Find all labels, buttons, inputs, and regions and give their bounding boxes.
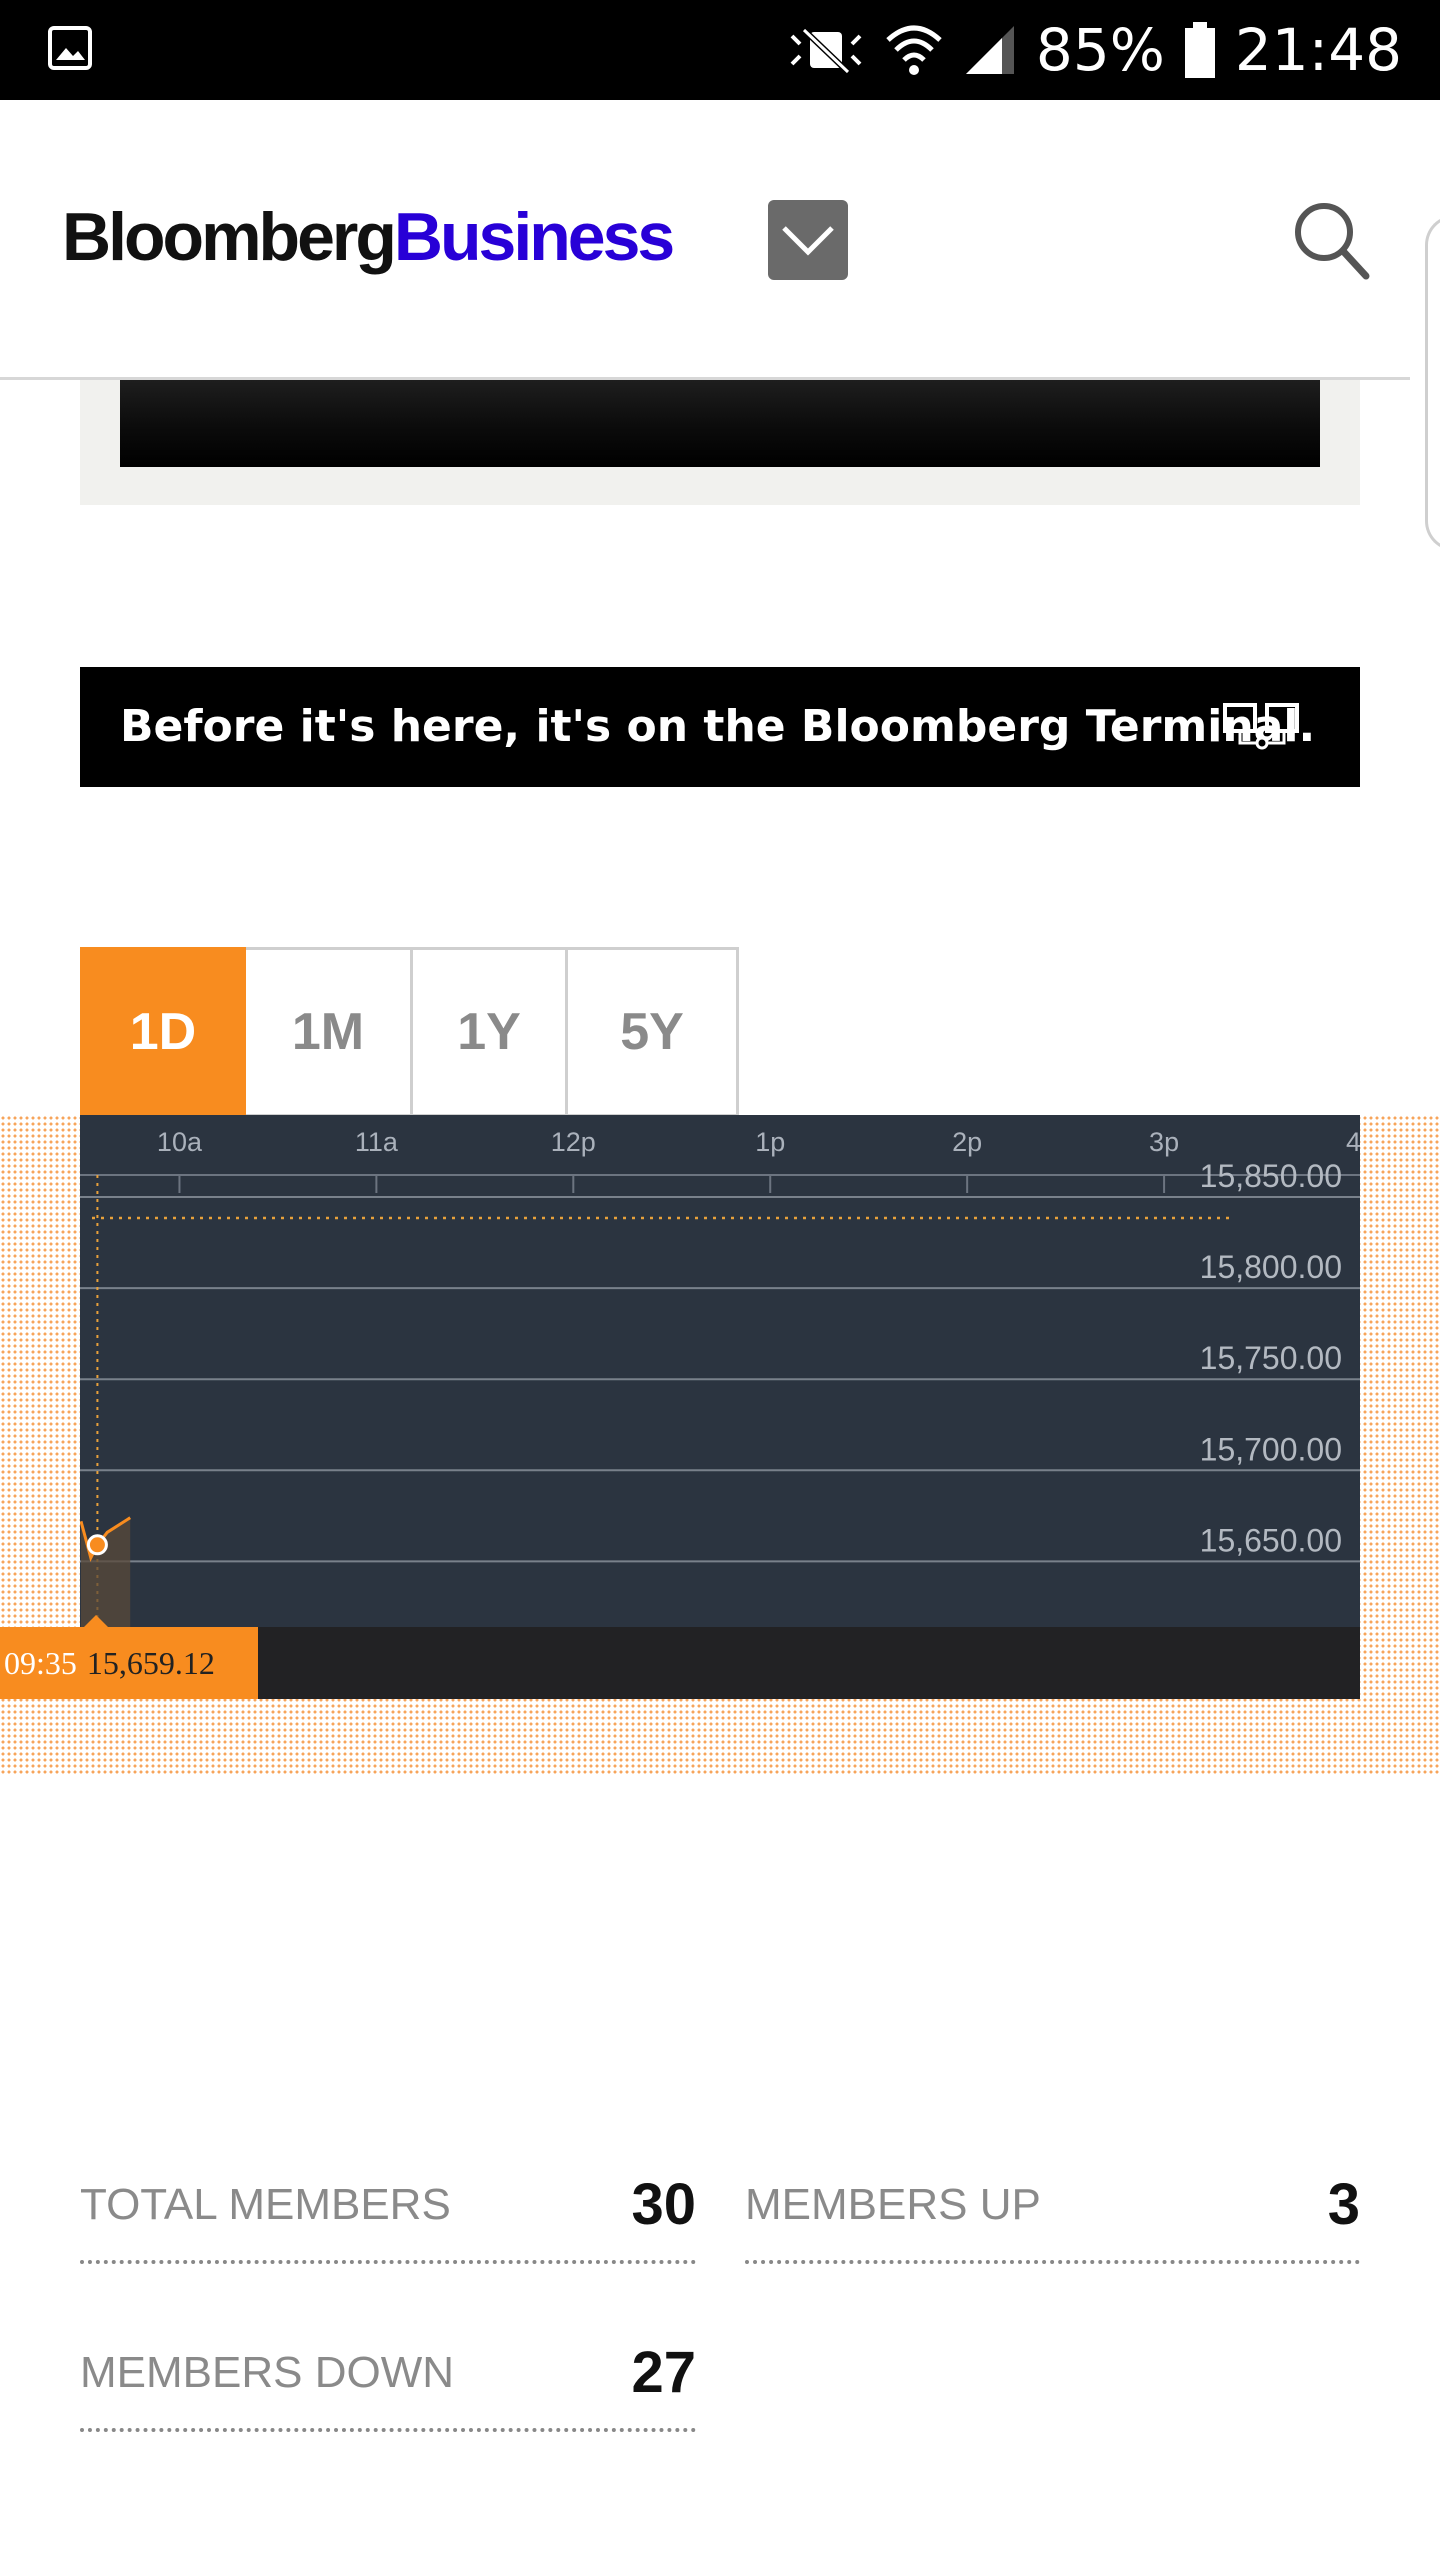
x-tick-label: 2p	[952, 1127, 982, 1157]
mute-icon	[790, 27, 862, 75]
menu-dropdown-button[interactable]	[768, 200, 848, 280]
chevron-down-icon	[782, 226, 834, 256]
x-tick-label: 4p	[1346, 1127, 1360, 1157]
bloomberg-business-logo[interactable]: BloombergBusiness	[62, 198, 675, 276]
logo-part-bloomberg: Bloomberg	[62, 199, 397, 275]
tab-1d[interactable]: 1D	[80, 947, 246, 1140]
status-bar: 85% 21:48	[0, 0, 1440, 100]
readout-time: 09:35	[4, 1645, 77, 1681]
wifi-icon	[886, 25, 942, 75]
y-tick-label: 15,750.00	[1200, 1340, 1342, 1376]
stat-members-down: MEMBERS DOWN 27	[80, 2318, 696, 2432]
chart-canvas: 10a 11a 12p 1p 2p 3p 4p15,850.00 15,800.00 15,75…	[80, 1127, 1360, 1627]
chart-period-tabs: 1D 1M 1Y 5Y	[80, 947, 739, 1140]
gallery-icon	[48, 26, 92, 70]
terminal-promo-banner[interactable]: Before it's here, it's on the Bloomberg …	[80, 667, 1360, 787]
readout-pointer	[84, 1615, 108, 1627]
stat-value: 3	[1327, 2172, 1360, 2237]
y-tick-label: 15,800.00	[1200, 1249, 1342, 1285]
x-tick-label: 10a	[157, 1127, 203, 1157]
signal-icon	[965, 26, 1014, 74]
index-chart[interactable]: 10a 11a 12p 1p 2p 3p 4p15,850.00 15,800.00 15,75…	[80, 1115, 1360, 1627]
search-icon[interactable]	[1290, 198, 1370, 282]
y-tick-label: 15,850.00	[1200, 1158, 1342, 1194]
video-player[interactable]	[80, 380, 1360, 505]
tab-5y[interactable]: 5Y	[568, 947, 739, 1117]
cursor-marker	[86, 1534, 108, 1556]
x-tick-label: 11a	[355, 1127, 399, 1157]
tab-1m[interactable]: 1M	[246, 947, 413, 1117]
y-tick-label: 15,700.00	[1200, 1431, 1342, 1467]
y-tick-label: 15,650.00	[1200, 1522, 1342, 1558]
terminal-icon	[1223, 703, 1299, 750]
video-screen[interactable]	[120, 380, 1320, 467]
battery-level: 85%	[1035, 16, 1165, 84]
chart-readout: 09:35 15,659.12	[0, 1627, 258, 1699]
stat-value: 30	[631, 2172, 696, 2237]
tab-1y[interactable]: 1Y	[413, 947, 568, 1117]
stat-total-members: TOTAL MEMBERS 30	[80, 2150, 696, 2264]
battery-icon	[1184, 22, 1215, 78]
x-tick-label: 12p	[551, 1127, 596, 1157]
stat-value: 27	[631, 2340, 696, 2405]
promo-text: Before it's here, it's on the Bloomberg …	[120, 701, 1316, 752]
x-tick-label: 3p	[1149, 1127, 1179, 1157]
site-header: BloombergBusiness	[0, 100, 1410, 380]
edge-panel-handle[interactable]	[1425, 215, 1440, 551]
readout-value: 15,659.12	[86, 1645, 215, 1681]
x-tick-label: 1p	[755, 1127, 785, 1157]
stat-label: TOTAL MEMBERS	[80, 2180, 451, 2229]
logo-part-business: Business	[393, 199, 675, 275]
stat-label: MEMBERS DOWN	[80, 2348, 454, 2397]
chart-footer	[80, 1627, 1360, 1699]
stat-members-up: MEMBERS UP 3	[745, 2150, 1360, 2264]
stat-label: MEMBERS UP	[745, 2180, 1041, 2229]
clock: 21:48	[1234, 16, 1402, 84]
